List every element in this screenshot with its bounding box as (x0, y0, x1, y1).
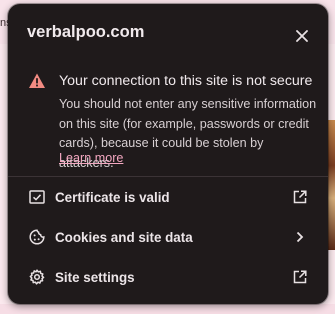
site-settings-row[interactable]: Site settings (8, 257, 328, 297)
site-title: verbalpoo.com (27, 22, 145, 41)
connection-warning-title: Your connection to this site is not secu… (59, 73, 313, 89)
open-external-icon (292, 269, 308, 285)
cookie-icon (28, 228, 46, 246)
certificate-label: Certificate is valid (55, 189, 170, 205)
warning-triangle-icon (28, 72, 46, 90)
learn-more-link[interactable]: Learn more (59, 151, 123, 165)
site-settings-label: Site settings (55, 269, 135, 285)
background-page-footer (0, 304, 335, 314)
site-info-popup: verbalpoo.com Your connection to this si… (8, 4, 328, 304)
popup-header: verbalpoo.com (8, 4, 328, 60)
cookies-site-data-row[interactable]: Cookies and site data (8, 217, 328, 257)
certificate-icon (28, 188, 46, 206)
certificate-row[interactable]: Certificate is valid (8, 177, 328, 217)
open-external-icon (292, 189, 308, 205)
gear-icon (28, 268, 46, 286)
close-icon[interactable] (294, 28, 310, 44)
chevron-right-icon (292, 229, 308, 245)
cookies-site-data-label: Cookies and site data (55, 229, 193, 245)
